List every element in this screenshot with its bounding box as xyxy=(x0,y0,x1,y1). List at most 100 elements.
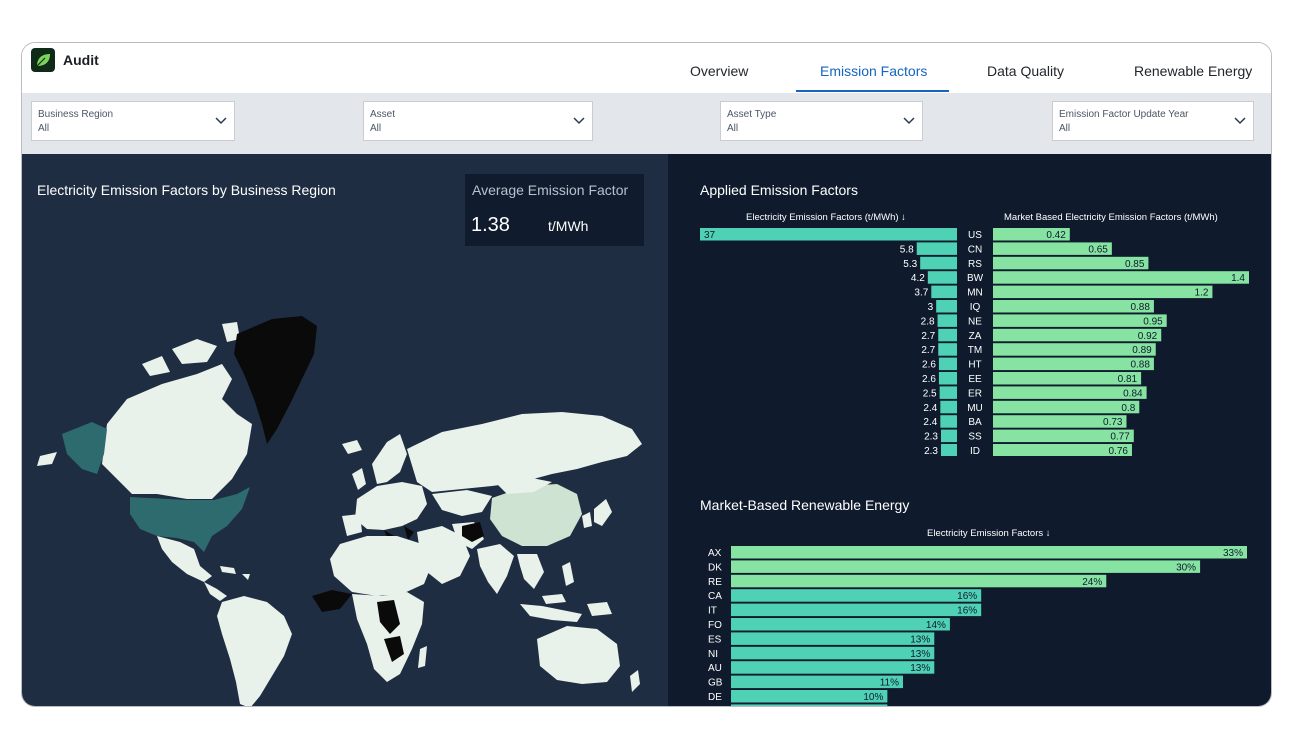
map-scandinavia[interactable] xyxy=(372,434,407,484)
asset-select[interactable]: Asset All xyxy=(363,101,593,141)
business-region-select[interactable]: Business Region All xyxy=(31,101,235,141)
renewable-category-label: IT xyxy=(708,606,717,617)
renewable-category-label: GB xyxy=(708,678,723,689)
applied-left-bar xyxy=(940,400,957,414)
map-europe[interactable] xyxy=(355,482,427,530)
map-alaska-tail[interactable] xyxy=(37,452,57,466)
renewable-bar xyxy=(731,546,1247,559)
applied-right-value: 0.88 xyxy=(1130,360,1150,371)
map-china[interactable] xyxy=(490,484,582,546)
applied-category-label: SS xyxy=(968,432,982,443)
applied-left-value: 2.6 xyxy=(922,360,936,371)
applied-left-value: 2.4 xyxy=(923,417,937,428)
map-kazakhstan[interactable] xyxy=(432,490,492,516)
map-indonesia[interactable] xyxy=(520,594,582,622)
applied-left-bar xyxy=(941,429,957,443)
applied-right-value: 0.92 xyxy=(1138,331,1158,342)
applied-right-value: 0.81 xyxy=(1118,374,1138,385)
tab-data-quality[interactable]: Data Quality xyxy=(987,63,1064,79)
map-caribbean[interactable] xyxy=(220,566,250,580)
filter-bar: Business Region All Asset All Asset Type… xyxy=(22,93,1271,154)
applied-category-label: ID xyxy=(970,446,980,456)
map-iceland[interactable] xyxy=(342,440,362,454)
applied-right-value: 0.89 xyxy=(1132,345,1152,356)
renewable-category-label: DE xyxy=(708,692,722,703)
map-iberia[interactable] xyxy=(342,514,362,536)
map-central-america[interactable] xyxy=(204,582,227,601)
map-alaska[interactable] xyxy=(62,422,107,474)
applied-left-bar xyxy=(931,285,957,299)
applied-left-bar xyxy=(920,256,957,270)
applied-right-bar xyxy=(993,400,1140,414)
chevron-down-icon xyxy=(573,117,585,125)
world-map[interactable] xyxy=(22,304,668,707)
renewable-title: Market-Based Renewable Energy xyxy=(700,497,910,513)
renewable-bar xyxy=(731,603,982,617)
applied-right-value: 0.77 xyxy=(1110,432,1130,443)
applied-category-label: MN xyxy=(967,288,983,299)
applied-category-label: BW xyxy=(967,273,984,284)
renewable-value-label: 10% xyxy=(863,706,883,707)
renewable-category-label: CA xyxy=(708,591,722,602)
applied-left-value: 2.4 xyxy=(923,403,937,414)
select-value: All xyxy=(370,123,382,134)
renewable-bar xyxy=(731,560,1201,573)
charts-panel: Applied Emission Factors Electricity Emi… xyxy=(668,154,1271,707)
tab-emission-factors[interactable]: Emission Factors xyxy=(820,63,927,79)
applied-left-bar xyxy=(700,228,957,241)
applied-left-value: 2.3 xyxy=(924,446,938,456)
chevron-down-icon xyxy=(1234,117,1246,125)
map-north-africa[interactable] xyxy=(330,536,432,596)
map-philippines[interactable] xyxy=(562,562,574,586)
applied-category-label: NE xyxy=(968,316,982,327)
map-uk[interactable] xyxy=(352,468,366,490)
applied-left-bar xyxy=(938,372,957,385)
asset-type-select[interactable]: Asset Type All xyxy=(720,101,923,141)
map-madagascar[interactable] xyxy=(418,646,427,668)
active-tab-indicator xyxy=(796,90,949,92)
applied-category-label: ZA xyxy=(969,331,982,342)
map-new-zealand[interactable] xyxy=(630,670,640,692)
renewable-category-label: ES xyxy=(708,634,722,645)
applied-category-label: HT xyxy=(968,360,981,371)
kpi-unit: t/MWh xyxy=(548,218,589,234)
renewable-header: Electricity Emission Factors ↓ xyxy=(927,528,1051,539)
tab-overview[interactable]: Overview xyxy=(690,63,748,79)
map-arctic-islands[interactable] xyxy=(142,322,240,376)
map-canada[interactable] xyxy=(102,364,252,499)
renewable-bar xyxy=(731,675,903,689)
map-japan[interactable] xyxy=(594,499,612,526)
renewable-value-label: 13% xyxy=(910,649,930,660)
chevron-down-icon xyxy=(215,117,227,125)
map-west-africa[interactable] xyxy=(312,590,352,612)
emission-factor-year-select[interactable]: Emission Factor Update Year All xyxy=(1052,101,1254,141)
renewable-category-label: NI xyxy=(708,649,718,660)
applied-right-value: 0.95 xyxy=(1143,316,1163,327)
renewable-bar xyxy=(731,632,935,645)
select-label: Asset xyxy=(370,109,396,120)
renewable-bar xyxy=(731,618,950,631)
renewable-value-label: 10% xyxy=(863,692,883,703)
applied-left-bar xyxy=(938,328,957,342)
renewable-category-label: CY xyxy=(708,706,722,707)
map-southeast-asia[interactable] xyxy=(517,554,544,589)
applied-right-header: Market Based Electricity Emission Factor… xyxy=(1004,212,1218,223)
applied-left-bar xyxy=(941,444,957,456)
applied-right-value: 0.42 xyxy=(1046,230,1066,241)
renewable-category-label: FO xyxy=(708,620,722,631)
applied-right-value: 0.76 xyxy=(1109,446,1129,456)
app-window: Audit Overview Emission Factors Data Qua… xyxy=(21,42,1272,707)
renewable-value-label: 24% xyxy=(1082,577,1102,588)
applied-category-label: EE xyxy=(968,374,982,385)
applied-category-label: MU xyxy=(967,403,983,414)
map-australia[interactable] xyxy=(537,626,620,684)
map-south-america[interactable] xyxy=(217,596,292,707)
renewable-value-label: 13% xyxy=(910,634,930,645)
map-papua[interactable] xyxy=(587,602,612,616)
applied-right-bar xyxy=(993,314,1167,327)
map-india[interactable] xyxy=(477,544,514,594)
map-korea[interactable] xyxy=(582,512,592,528)
applied-category-label: BA xyxy=(968,417,982,428)
tab-renewable-energy[interactable]: Renewable Energy xyxy=(1134,63,1252,79)
applied-left-bar xyxy=(938,343,957,356)
